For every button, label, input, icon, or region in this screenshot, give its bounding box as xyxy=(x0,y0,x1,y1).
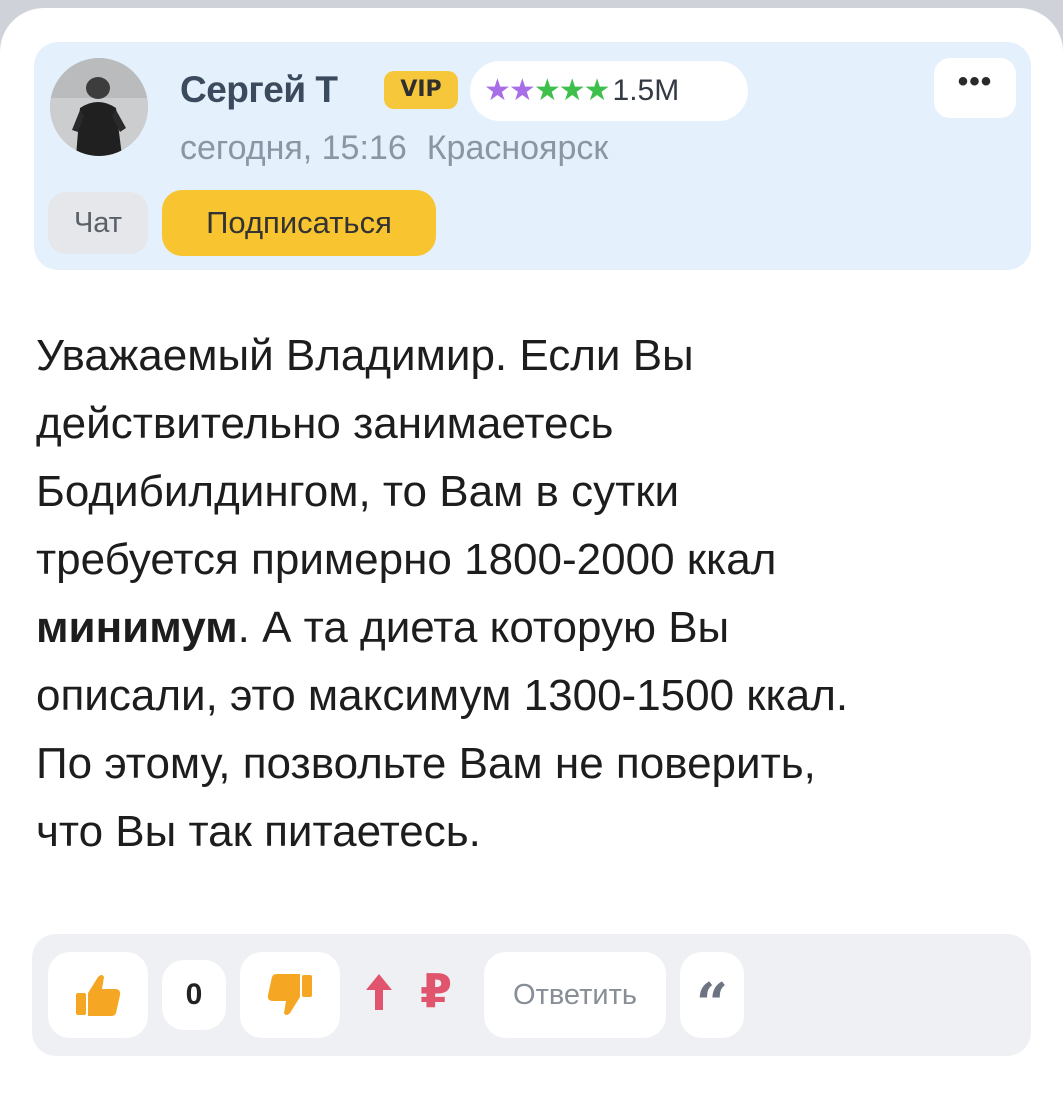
comment-text-line: что Вы так питаетесь. xyxy=(36,807,481,856)
reply-button[interactable]: Ответить xyxy=(484,952,666,1038)
vip-badge: VIP xyxy=(384,71,458,109)
comment-text-line: По этому, позвольте Вам не поверить, xyxy=(36,739,816,788)
dislike-button[interactable] xyxy=(240,952,340,1038)
comment-text: Уважаемый Владимир. Если Вы действительн… xyxy=(36,322,1036,866)
ruble-icon[interactable]: ₽ xyxy=(420,966,452,1016)
comment-text-line: требуется примерно 1800-2000 ккал xyxy=(36,535,777,584)
rating-badge[interactable]: ★ ★ ★ ★ ★ 1.5M xyxy=(470,61,748,121)
comment-text-line: . А та диета которую Вы xyxy=(237,603,730,652)
thumbs-up-icon xyxy=(76,975,121,1016)
like-count: 0 xyxy=(162,960,226,1030)
star-icon: ★ xyxy=(558,73,586,108)
quote-button[interactable]: “ xyxy=(680,952,744,1038)
comment-meta: сегодня, 15:16 Красноярск xyxy=(180,128,608,168)
rating-value: 1.5M xyxy=(612,74,680,107)
star-icon: ★ xyxy=(583,73,611,108)
author-city: Красноярск xyxy=(426,129,609,167)
comment-date: сегодня, 15:16 xyxy=(180,129,407,167)
comment-text-line: описали, это максимум 1300-1500 ккал. xyxy=(36,671,849,720)
more-options-button[interactable]: ••• xyxy=(934,58,1016,118)
star-icon: ★ xyxy=(508,73,536,108)
like-button[interactable] xyxy=(48,952,148,1038)
comment-text-bold: минимум xyxy=(36,603,238,652)
comment-text-line: Бодибилдингом, то Вам в сутки xyxy=(36,467,680,516)
subscribe-button[interactable]: Подписаться xyxy=(162,190,436,256)
arrow-up-icon[interactable] xyxy=(364,972,394,1017)
star-icon: ★ xyxy=(533,73,561,108)
comment-text-line: действительно занимаетесь xyxy=(36,399,614,448)
rating-stars: ★ ★ ★ ★ ★ xyxy=(484,73,611,108)
author-name[interactable]: Сергей Т xyxy=(180,68,338,112)
quote-icon: “ xyxy=(695,971,729,1037)
thumbs-down-icon xyxy=(267,974,312,1015)
chat-button[interactable]: Чат xyxy=(48,192,148,254)
avatar[interactable] xyxy=(50,58,148,156)
comment-text-line: Уважаемый Владимир. Если Вы xyxy=(36,331,694,380)
star-icon: ★ xyxy=(484,73,511,108)
